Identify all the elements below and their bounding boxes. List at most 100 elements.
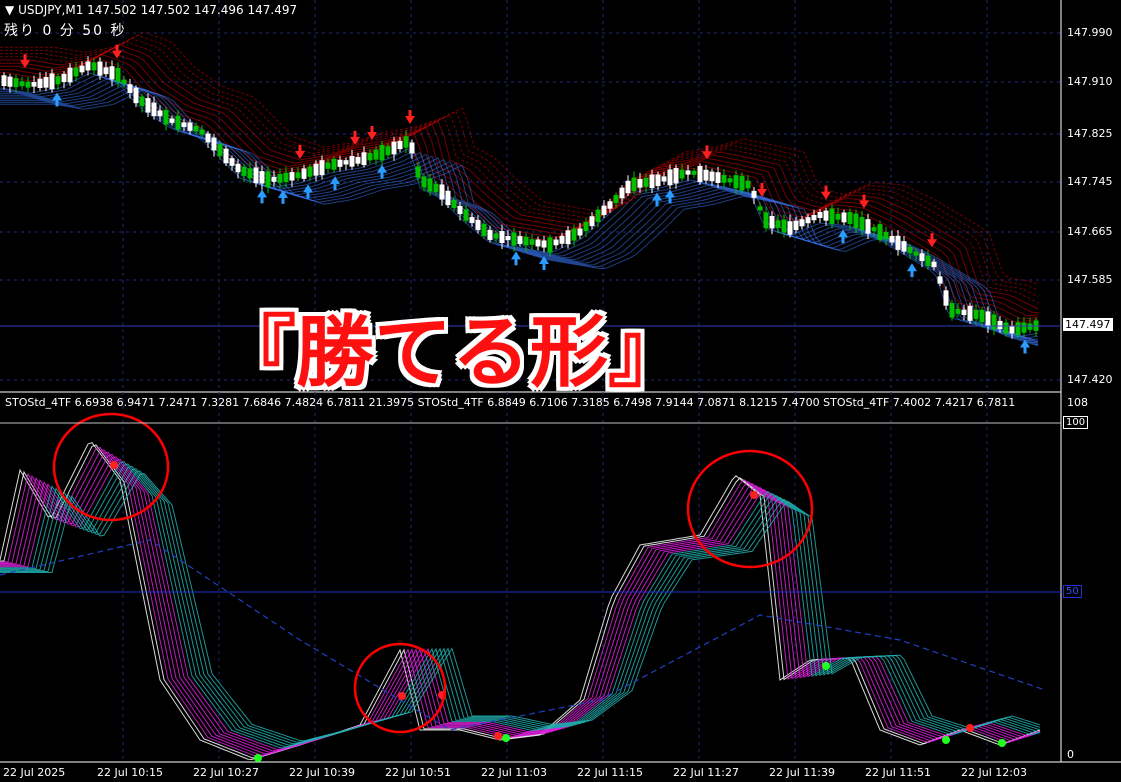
candle-body bbox=[745, 180, 751, 189]
candle-body bbox=[307, 166, 313, 177]
candle-body bbox=[613, 195, 619, 203]
candle-body bbox=[313, 163, 319, 176]
candle-body bbox=[595, 209, 601, 222]
time-tick-label: 22 Jul 11:15 bbox=[577, 766, 643, 779]
candle-body bbox=[769, 216, 775, 229]
time-tick-label: 22 Jul 2025 bbox=[3, 766, 66, 779]
candle-body bbox=[871, 227, 877, 232]
candle-body bbox=[31, 82, 37, 87]
stochastic-line bbox=[0, 449, 1041, 756]
candle-body bbox=[1027, 323, 1033, 330]
sell-arrow-shaft bbox=[824, 185, 828, 193]
candle-body bbox=[451, 199, 457, 209]
candle-body bbox=[223, 148, 229, 164]
candle-body bbox=[763, 212, 769, 229]
sell-arrow-shaft bbox=[760, 183, 764, 190]
signal-dot bbox=[494, 732, 502, 740]
candle-body bbox=[259, 171, 265, 184]
candle-body bbox=[709, 171, 715, 182]
buy-arrow-shaft bbox=[841, 236, 845, 244]
candle-body bbox=[121, 79, 127, 84]
candle-body bbox=[673, 168, 679, 184]
candle-body bbox=[253, 167, 259, 184]
sell-arrow-shaft bbox=[705, 145, 709, 153]
candle-body bbox=[583, 222, 589, 232]
buy-arrow-icon bbox=[665, 189, 675, 198]
candle-body bbox=[499, 230, 505, 244]
candle-body bbox=[547, 237, 553, 253]
candle-body bbox=[715, 172, 721, 183]
candle-body bbox=[793, 220, 799, 231]
price-tick-label: 147.910 bbox=[1067, 75, 1113, 88]
candle-body bbox=[997, 320, 1003, 330]
buy-arrow-shaft bbox=[333, 183, 337, 191]
candle-body bbox=[481, 224, 487, 236]
candle-body bbox=[151, 102, 157, 117]
candle-body bbox=[271, 176, 277, 182]
candle-body bbox=[49, 73, 55, 90]
candle-body bbox=[655, 174, 661, 187]
candle-body bbox=[751, 190, 757, 198]
candle-body bbox=[691, 170, 697, 175]
candle-body bbox=[991, 314, 997, 330]
signal-dot bbox=[966, 724, 974, 732]
bar-countdown: 残り 0 分 50 秒 bbox=[4, 23, 127, 39]
candle-body bbox=[955, 308, 961, 314]
candle-body bbox=[535, 239, 541, 247]
candle-body bbox=[187, 122, 193, 131]
candle-body bbox=[805, 217, 811, 224]
candle-body bbox=[877, 224, 883, 240]
sto-scale-100: 100 bbox=[1063, 416, 1089, 429]
candle-body bbox=[577, 228, 583, 236]
candle-body bbox=[901, 241, 907, 252]
stochastic-line bbox=[0, 461, 1041, 749]
candle-body bbox=[103, 67, 109, 75]
candle-body bbox=[325, 162, 331, 169]
candle-body bbox=[469, 217, 475, 223]
candle-body bbox=[193, 125, 199, 132]
candle-body bbox=[289, 172, 295, 181]
candle-body bbox=[913, 251, 919, 256]
candle-body bbox=[241, 166, 247, 176]
candle-body bbox=[1, 75, 7, 87]
time-tick-label: 22 Jul 11:51 bbox=[865, 766, 931, 779]
candle-body bbox=[823, 210, 829, 221]
candle-body bbox=[217, 144, 223, 156]
price-tick-label: 147.990 bbox=[1067, 26, 1113, 39]
candle-body bbox=[883, 231, 889, 240]
candle-body bbox=[109, 66, 115, 80]
candle-body bbox=[985, 311, 991, 327]
candle-body bbox=[139, 96, 145, 106]
candle-body bbox=[649, 174, 655, 189]
candle-body bbox=[559, 235, 565, 244]
sell-arrow-shaft bbox=[353, 130, 357, 138]
time-tick-label: 22 Jul 10:15 bbox=[97, 766, 163, 779]
ma-band-line bbox=[0, 47, 1039, 313]
candle-body bbox=[907, 247, 913, 253]
buy-arrow-shaft bbox=[281, 196, 285, 204]
candle-body bbox=[361, 152, 367, 166]
candle-body bbox=[37, 78, 43, 88]
symbol-quote: USDJPY,M1 147.502 147.502 147.496 147.49… bbox=[18, 3, 298, 17]
candle-body bbox=[835, 213, 841, 220]
signal-dot bbox=[110, 461, 118, 469]
time-tick-label: 22 Jul 11:27 bbox=[673, 766, 739, 779]
candle-body bbox=[865, 219, 871, 234]
dropdown-triangle-icon[interactable]: ▼ bbox=[5, 3, 14, 17]
price-tick-label: 147.745 bbox=[1067, 175, 1113, 188]
candle-body bbox=[817, 212, 823, 218]
candle-body bbox=[937, 276, 943, 284]
candle-body bbox=[397, 140, 403, 150]
candle-body bbox=[319, 160, 325, 176]
candle-body bbox=[73, 67, 79, 77]
candle-body bbox=[415, 166, 421, 178]
signal-dot bbox=[822, 662, 830, 670]
candle-body bbox=[145, 98, 151, 113]
candle-body bbox=[421, 176, 427, 188]
buy-arrow-shaft bbox=[655, 199, 659, 207]
candle-body bbox=[787, 221, 793, 235]
candle-body bbox=[961, 309, 967, 316]
candle-body bbox=[235, 163, 241, 173]
candle-body bbox=[25, 81, 31, 88]
sto-scale-50: 50 bbox=[1063, 585, 1082, 598]
